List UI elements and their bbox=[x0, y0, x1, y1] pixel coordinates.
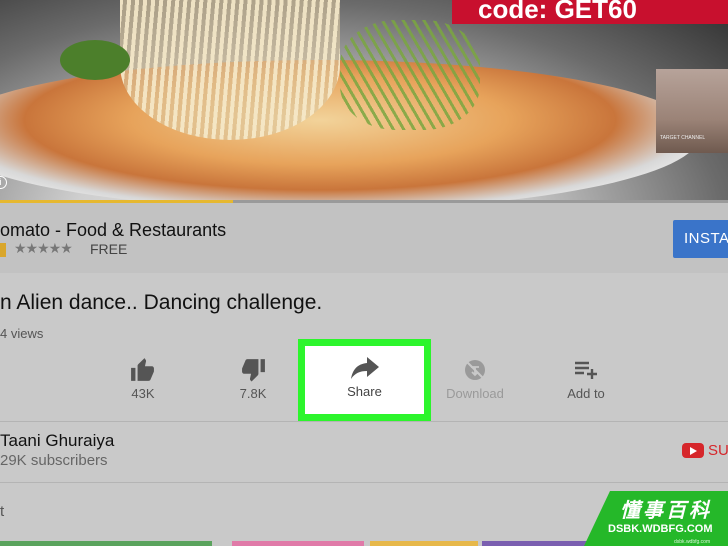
ad-badge bbox=[0, 243, 6, 257]
ad-star-rating: ★★★★★ bbox=[14, 240, 73, 256]
ad-price: FREE bbox=[90, 241, 128, 257]
ad-banner[interactable]: omato - Food & Restaurants ★★★★★ FREE IN… bbox=[0, 203, 728, 273]
download-label: Download bbox=[446, 386, 504, 401]
add-to-playlist-button[interactable]: Add to bbox=[541, 355, 631, 401]
thumbnail-caption: TARGET CHANNEL bbox=[660, 135, 706, 141]
channel-name[interactable]: Taani Ghuraiya bbox=[0, 431, 114, 451]
like-button[interactable]: 43K bbox=[98, 355, 188, 401]
watermark-logo: 懂事百科 DSBK.WDBFG.COM dsbk.wdbfg.com bbox=[584, 491, 728, 546]
dislike-button[interactable]: 7.8K bbox=[208, 355, 298, 401]
video-thumbnail[interactable] bbox=[370, 541, 478, 546]
thumb-up-icon bbox=[98, 355, 188, 385]
download-disabled-icon bbox=[430, 355, 520, 385]
add-to-label: Add to bbox=[567, 386, 605, 401]
greens-image bbox=[340, 20, 480, 130]
view-count: 4 views bbox=[0, 326, 44, 341]
subscribe-button[interactable]: SU bbox=[708, 442, 728, 459]
share-label: Share bbox=[347, 384, 382, 399]
watermark-small-url: dsbk.wdbfg.com bbox=[674, 539, 711, 545]
video-thumbnail[interactable] bbox=[0, 541, 212, 546]
subscriber-count: 29K subscribers bbox=[0, 452, 108, 469]
watermark-chinese-text: 懂事百科 bbox=[620, 500, 712, 522]
ad-title: omato - Food & Restaurants bbox=[0, 220, 227, 240]
divider bbox=[0, 421, 728, 422]
info-icon[interactable]: i bbox=[0, 176, 7, 189]
dislike-count: 7.8K bbox=[239, 386, 267, 401]
like-count: 43K bbox=[131, 386, 155, 401]
playlist-add-icon bbox=[541, 355, 631, 385]
video-title: n Alien dance.. Dancing challenge. bbox=[0, 291, 323, 314]
share-button[interactable]: Share bbox=[305, 355, 424, 399]
video-thumbnail[interactable] bbox=[482, 541, 592, 546]
divider bbox=[0, 482, 728, 483]
video-thumbnail[interactable] bbox=[232, 541, 364, 546]
promo-banner: code: GET60 bbox=[452, 0, 728, 24]
install-button[interactable]: INSTA bbox=[673, 220, 728, 258]
download-button[interactable]: Download bbox=[430, 355, 520, 401]
video-player[interactable]: code: GET60 TARGET CHANNEL i bbox=[0, 0, 728, 202]
herb-leaf-image bbox=[60, 40, 130, 80]
share-button-highlight[interactable]: Share bbox=[298, 339, 431, 421]
share-arrow-icon bbox=[305, 355, 424, 381]
thumb-down-icon bbox=[208, 355, 298, 385]
youtube-icon[interactable] bbox=[682, 443, 704, 458]
next-video-thumbnail[interactable]: TARGET CHANNEL bbox=[656, 69, 728, 153]
section-heading: t bbox=[0, 503, 5, 520]
watermark-url: DSBK.WDBFG.COM bbox=[608, 523, 713, 535]
